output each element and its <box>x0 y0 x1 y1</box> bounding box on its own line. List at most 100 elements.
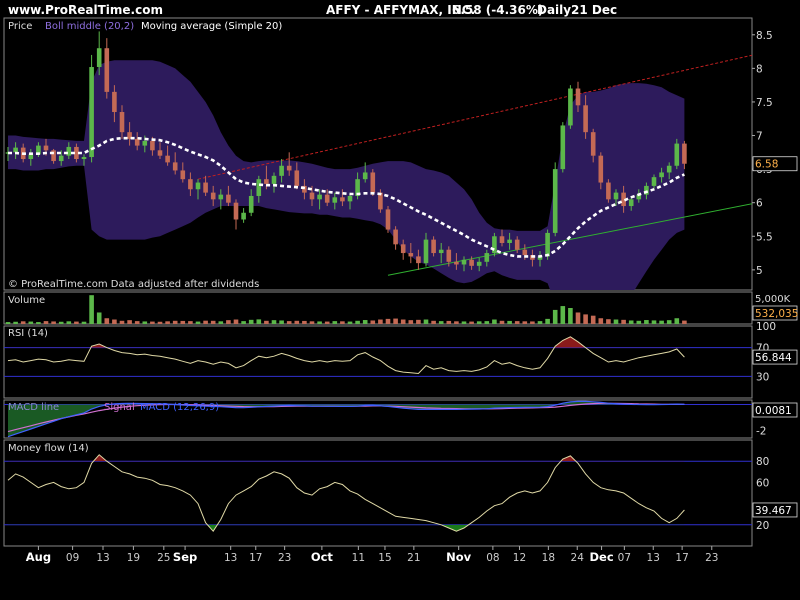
candle-body <box>347 195 353 202</box>
volume-bar <box>590 315 596 324</box>
x-axis-label: 07 <box>618 552 631 564</box>
candle-body <box>590 132 596 156</box>
volume-bar <box>286 321 292 324</box>
candle-body <box>142 140 148 146</box>
chart-canvas: 55.566.577.588.56.58PriceBoll middle (20… <box>3 17 798 564</box>
candle-body <box>112 91 117 113</box>
volume-bar <box>522 321 528 324</box>
x-axis-label: 17 <box>675 552 688 564</box>
chart-window: www.ProRealTime.com AFFY - AFFYMAX, INC.… <box>0 0 800 600</box>
volume-bar <box>552 309 558 324</box>
candle-body <box>492 236 497 254</box>
candle-body <box>104 48 110 92</box>
money-flow-panel <box>3 439 753 547</box>
candle-body <box>666 165 672 173</box>
volume-bar <box>150 321 155 324</box>
volume-bar <box>568 308 573 324</box>
volume-bar <box>233 319 239 324</box>
candle-body <box>423 239 429 264</box>
candle-body <box>157 150 163 156</box>
legend-price: Price <box>8 21 32 32</box>
x-axis-label: 24 <box>571 552 585 564</box>
volume-bar <box>423 319 429 324</box>
rsi-panel <box>3 325 753 399</box>
money-flow-tick-label: 60 <box>756 477 769 489</box>
volume-bar <box>682 320 687 324</box>
candle-body <box>522 249 528 256</box>
volume-bar <box>628 320 634 324</box>
volume-bar <box>332 321 338 324</box>
volume-bar <box>408 320 414 324</box>
price-tick-label: 8.5 <box>756 30 773 42</box>
volume-bar <box>36 322 41 324</box>
volume-bar <box>416 319 421 324</box>
volume-scale-label: 5,000K <box>755 294 791 305</box>
candle-body <box>248 195 254 213</box>
volume-bar <box>195 321 201 324</box>
volume-label: Volume <box>8 295 45 306</box>
candle-body <box>134 138 140 146</box>
x-axis-label: 09 <box>66 552 79 564</box>
candle-body <box>66 146 72 156</box>
x-axis-label: Nov <box>446 550 472 564</box>
volume-bar <box>545 318 550 324</box>
candle-body <box>362 172 368 180</box>
candle-body <box>13 147 18 153</box>
macd-tick-label: -2 <box>756 425 766 437</box>
candle-body <box>575 88 581 106</box>
volume-bar <box>461 321 467 324</box>
candle-body <box>598 155 604 183</box>
volume-bar <box>142 321 148 324</box>
candle-body <box>628 199 634 207</box>
volume-bar <box>583 314 588 324</box>
legend-moving-average: Moving average (Simple 20) <box>141 21 282 32</box>
macd-legend-signal: Signal <box>104 402 135 413</box>
macd-legend-title: MACD (12,26,9) <box>140 402 219 413</box>
candle-body <box>583 105 588 133</box>
candle-body <box>43 145 49 151</box>
volume-bar <box>674 318 680 324</box>
candle-body <box>188 179 193 190</box>
price-tick-label: 6 <box>756 198 763 210</box>
volume-bar <box>28 321 34 324</box>
candle-body <box>507 239 512 243</box>
volume-bar <box>218 321 224 324</box>
candle-body <box>172 162 178 171</box>
candle-body <box>514 239 520 250</box>
candle-body <box>340 197 345 202</box>
candle-body <box>58 155 64 162</box>
volume-bar <box>644 320 649 324</box>
candle-body <box>210 192 216 200</box>
volume-bar <box>172 320 178 324</box>
volume-bar <box>203 320 208 324</box>
volume-bar <box>165 321 170 324</box>
candle-body <box>81 157 87 160</box>
candle-body <box>438 249 444 254</box>
candle-body <box>674 143 680 166</box>
x-axis-label: Dec <box>589 550 613 564</box>
volume-bar <box>66 321 72 324</box>
volume-bar <box>256 319 262 324</box>
legend-boll-middle: Boll middle (20,2) <box>45 21 134 32</box>
candle-body <box>385 209 391 230</box>
macd-legend-line: MACD line <box>8 402 59 413</box>
volume-bar <box>400 319 406 324</box>
candle-body <box>431 239 436 254</box>
volume-bar <box>210 320 216 324</box>
volume-bar <box>112 319 117 324</box>
volume-bar <box>119 320 125 324</box>
volume-bar <box>347 321 353 324</box>
candle-body <box>324 194 330 203</box>
volume-bar <box>606 319 611 324</box>
candle-body <box>180 170 186 180</box>
rsi-tick-label: 100 <box>756 321 776 333</box>
volume-bar <box>51 321 56 324</box>
volume-bar <box>324 321 330 324</box>
volume-bar <box>355 320 360 324</box>
x-axis-label: 15 <box>378 552 391 564</box>
volume-bar <box>370 320 376 324</box>
candle-body <box>416 256 421 264</box>
candle-body <box>279 165 284 176</box>
volume-bar <box>279 320 284 324</box>
volume-bar <box>469 321 474 324</box>
